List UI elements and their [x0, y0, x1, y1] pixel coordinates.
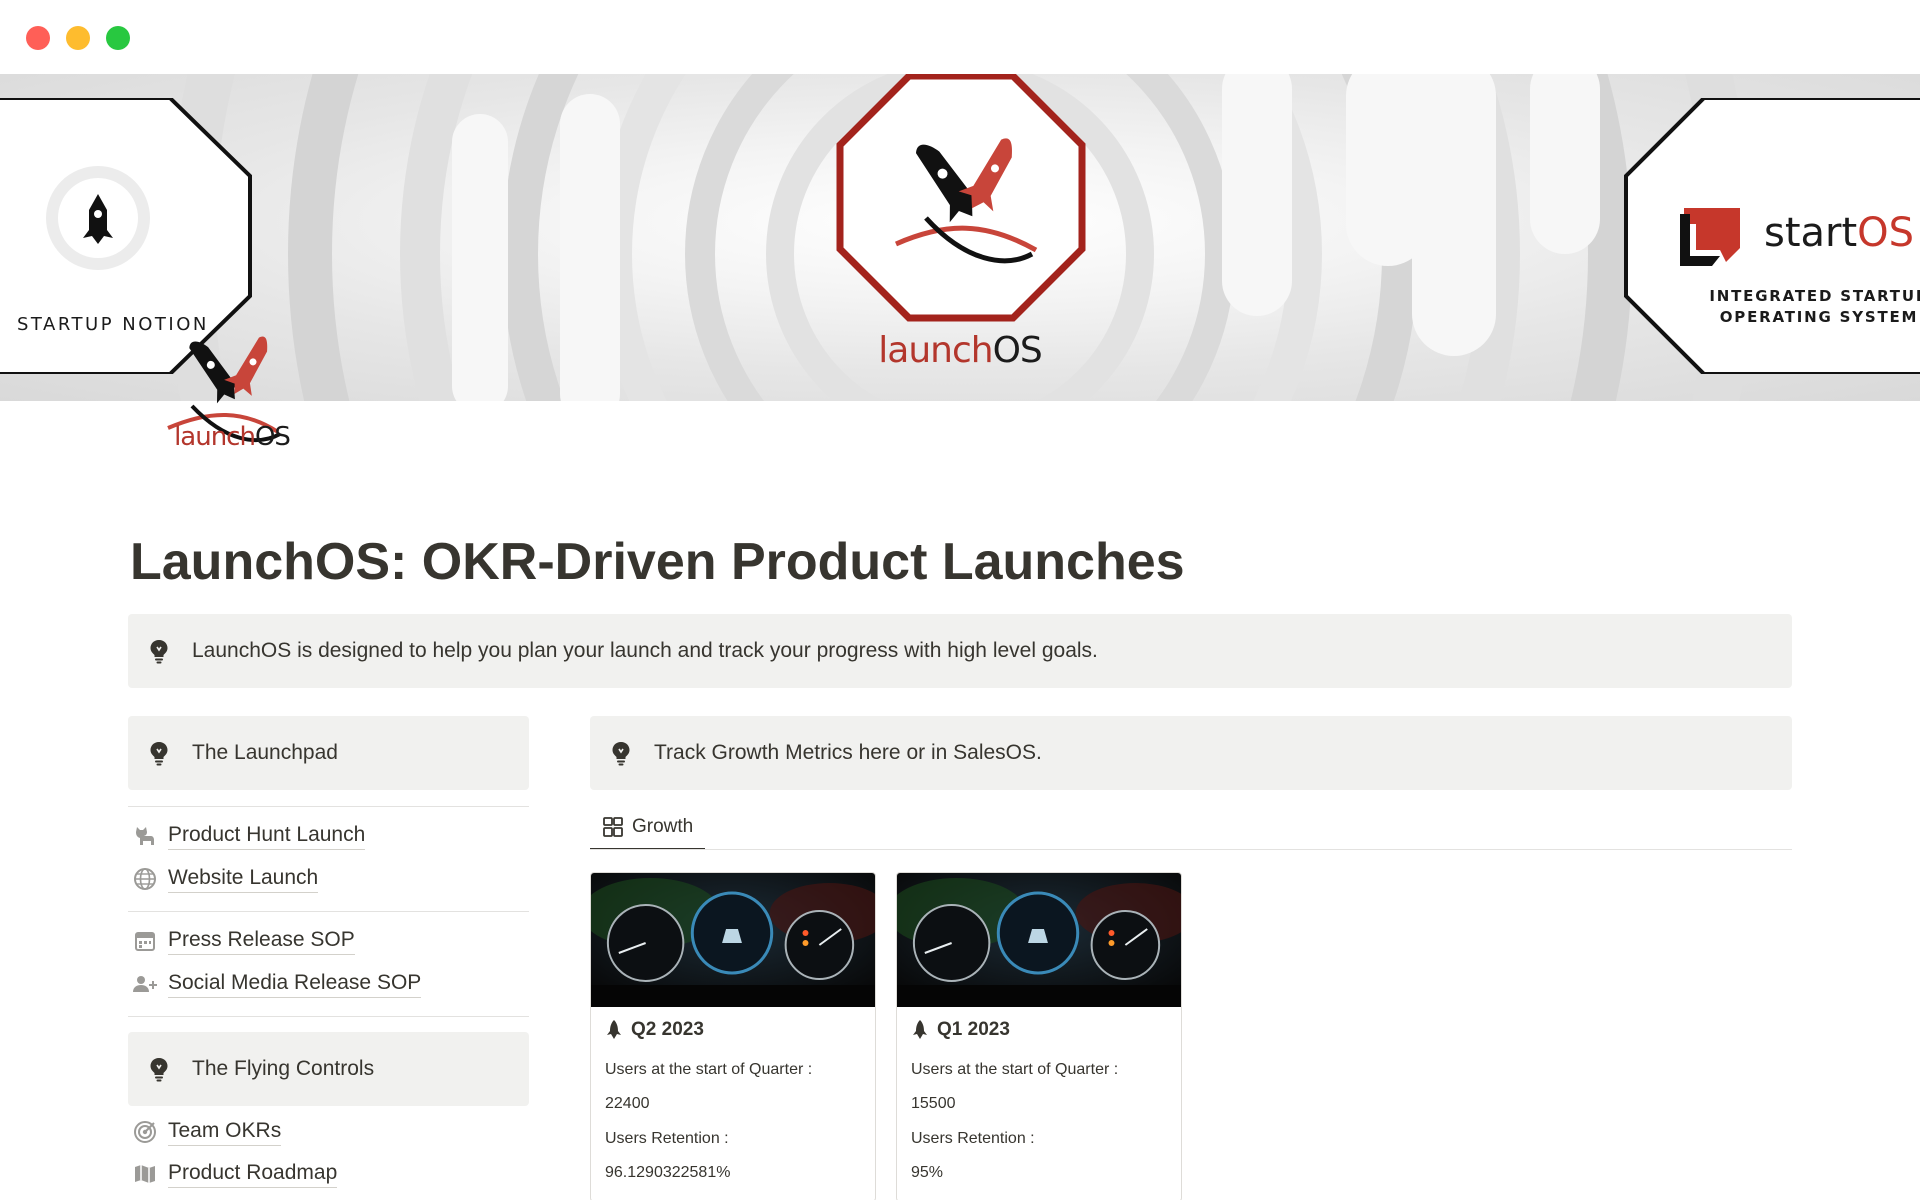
startos-brand: startOS — [1764, 210, 1915, 256]
launchos-cover-logo — [836, 74, 1086, 322]
card-prop-label: Users at the start of Quarter : — [911, 1061, 1119, 1078]
flying-controls-callout[interactable]: The Flying Controls — [128, 1032, 529, 1106]
track-growth-callout-text: Track Growth Metrics here or in SalesOS. — [654, 741, 1042, 764]
target-icon — [132, 1119, 158, 1145]
startos-badge: startOS INTEGRATED STARTUP OPERATING SYS… — [1624, 96, 1920, 376]
card-cover-dashboard-image — [897, 873, 1181, 1007]
link-product-roadmap[interactable]: Product Roadmap — [132, 1157, 338, 1191]
card-prop-label: Users at the start of Quarter : — [605, 1061, 813, 1078]
tab-growth[interactable]: Growth — [590, 806, 706, 850]
card-prop-value: 96.1290322581% — [605, 1164, 731, 1181]
flying-controls-callout-text: The Flying Controls — [192, 1057, 375, 1080]
link-social-media-release-sop[interactable]: Social Media Release SOP — [132, 967, 422, 1001]
track-growth-callout[interactable]: Track Growth Metrics here or in SalesOS. — [590, 716, 1792, 790]
card-prop-value: 95% — [911, 1164, 944, 1181]
rocket-icon — [913, 1020, 927, 1039]
cat-icon — [132, 823, 158, 849]
link-website-launch[interactable]: Website Launch — [132, 862, 319, 896]
launchpad-callout[interactable]: The Launchpad — [128, 716, 529, 790]
page-title[interactable]: LaunchOS: OKR-Driven Product Launches — [130, 532, 1185, 592]
window-titlebar — [0, 0, 1920, 74]
globe-icon — [132, 866, 158, 892]
card-prop-label: Users Retention : — [605, 1130, 729, 1147]
launchos-cover-wordmark: launchOS — [878, 330, 1043, 371]
intro-callout[interactable]: LaunchOS is designed to help you plan yo… — [128, 614, 1792, 688]
gallery-card-q1-2023[interactable]: Q1 2023 Users at the start of Quarter : … — [896, 872, 1182, 1200]
startos-subtitle: INTEGRATED STARTUP OPERATING SYSTEM — [1709, 287, 1920, 326]
divider — [128, 911, 529, 912]
divider — [128, 1016, 529, 1017]
card-title: Q1 2023 — [911, 1019, 1010, 1041]
gallery-card-q2-2023[interactable]: Q2 2023 Users at the start of Quarter : … — [590, 872, 876, 1200]
card-title: Q2 2023 — [605, 1019, 704, 1041]
intro-callout-text: LaunchOS is designed to help you plan yo… — [192, 639, 1098, 662]
card-cover-dashboard-image — [591, 873, 875, 1007]
rocket-icon — [607, 1020, 621, 1039]
gallery-icon — [603, 817, 623, 837]
card-prop-label: Users Retention : — [911, 1130, 1035, 1147]
minimize-window-button[interactable] — [66, 26, 90, 50]
page-icon-wordmark: launchOS — [174, 422, 291, 452]
tab-divider — [590, 849, 1792, 850]
link-product-hunt-launch[interactable]: Product Hunt Launch — [132, 819, 366, 853]
maximize-window-button[interactable] — [106, 26, 130, 50]
lightbulb-icon — [612, 742, 630, 766]
map-icon — [132, 1161, 158, 1187]
launchpad-callout-text: The Launchpad — [192, 741, 338, 764]
link-team-okrs[interactable]: Team OKRs — [132, 1115, 282, 1149]
lightbulb-icon — [150, 1058, 168, 1082]
add-user-icon — [132, 971, 158, 997]
close-window-button[interactable] — [26, 26, 50, 50]
card-prop-value: 15500 — [911, 1095, 956, 1112]
divider — [128, 806, 529, 807]
lightbulb-icon — [150, 640, 168, 664]
calendar-icon — [132, 928, 158, 954]
lightbulb-icon — [150, 742, 168, 766]
card-prop-value: 22400 — [605, 1095, 650, 1112]
link-press-release-sop[interactable]: Press Release SOP — [132, 924, 355, 958]
